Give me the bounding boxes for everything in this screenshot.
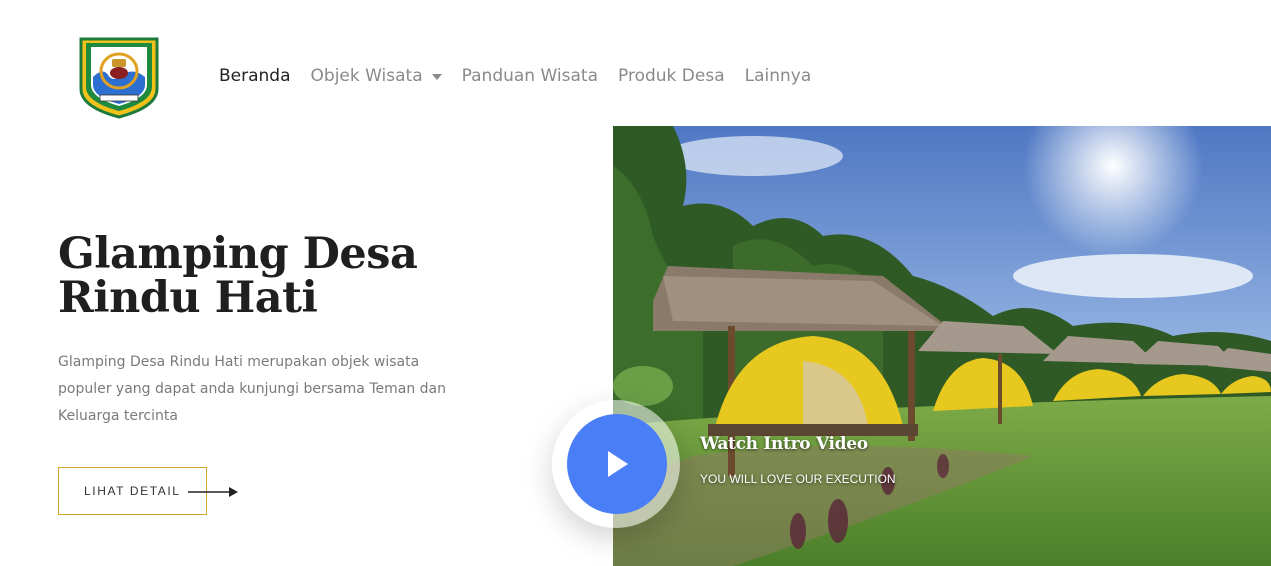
hero-description: Glamping Desa Rindu Hati merupakan objek…	[58, 354, 446, 424]
hero-title-line-1: Glamping Desa	[58, 229, 418, 279]
hero-title-line-2: Rindu Hati	[58, 273, 318, 323]
video-subtitle: YOU WILL LOVE OUR EXECUTION	[700, 472, 896, 486]
nav-item-objek-wisata[interactable]: Objek Wisata	[311, 64, 442, 88]
detail-button[interactable]: LIHAT DETAIL	[58, 467, 207, 515]
play-icon	[608, 451, 628, 477]
nav-item-produk-desa[interactable]: Produk Desa	[618, 64, 725, 88]
play-video-button[interactable]	[567, 414, 667, 514]
nav-item-label: Lainnya	[744, 66, 812, 86]
hero-title: Glamping Desa Rindu Hati	[58, 232, 518, 320]
caret-down-icon	[431, 74, 442, 80]
page: Beranda Objek Wisata Panduan Wisata Prod…	[0, 0, 1271, 566]
nav-item-label: Beranda	[219, 66, 291, 86]
nav-item-label: Produk Desa	[618, 66, 725, 86]
hero-photo	[613, 126, 1271, 566]
detail-button-label: LIHAT DETAIL	[84, 484, 181, 498]
nav-item-panduan-wisata[interactable]: Panduan Wisata	[462, 64, 598, 88]
nav-item-label: Panduan Wisata	[461, 66, 598, 86]
main-nav: Beranda Objek Wisata Panduan Wisata Prod…	[219, 64, 831, 88]
nav-item-beranda[interactable]: Beranda	[219, 64, 291, 88]
nav-item-label: Objek Wisata	[310, 66, 423, 86]
regency-coat-of-arms-icon[interactable]	[78, 37, 160, 119]
nav-item-lainnya[interactable]: Lainnya	[745, 64, 812, 88]
video-title[interactable]: Watch Intro Video	[700, 434, 868, 454]
arrow-right-icon	[188, 487, 238, 497]
